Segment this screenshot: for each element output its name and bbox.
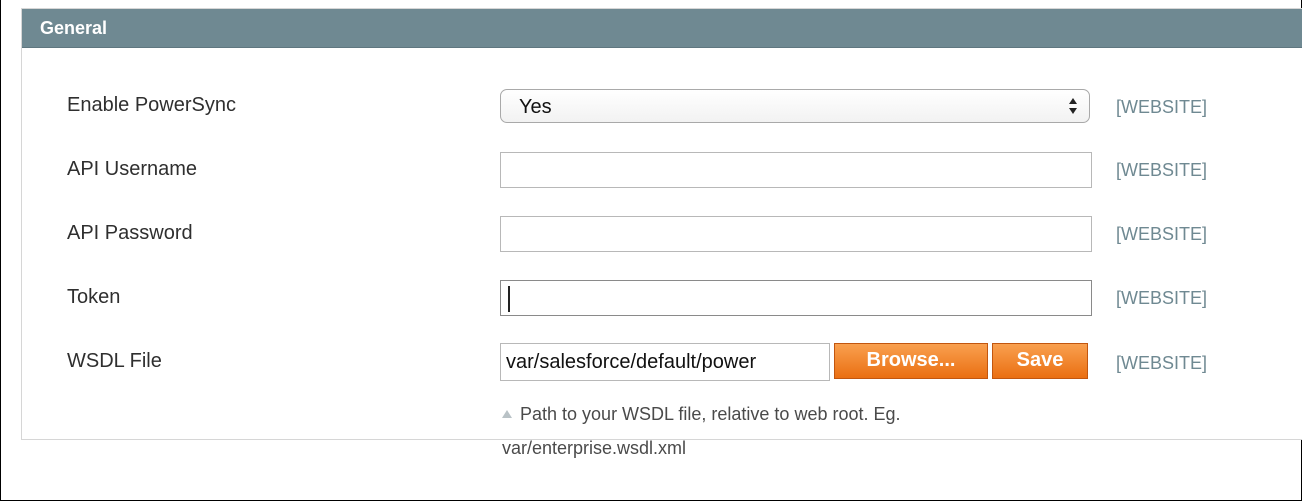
api-password-input[interactable] [500, 216, 1092, 252]
wsdl-file-label: WSDL File [67, 350, 162, 372]
enable-powersync-label: Enable PowerSync [67, 94, 236, 116]
wsdl-note-line1: Path to your WSDL file, relative to web … [520, 404, 901, 424]
window-frame: General Enable PowerSync Yes [WEBSITE] A… [0, 0, 1302, 501]
enable-powersync-value: Yes [519, 96, 552, 118]
triangle-up-icon [502, 410, 512, 418]
section-header[interactable]: General [22, 9, 1302, 48]
api-username-scope: [WEBSITE] [1116, 160, 1208, 180]
api-password-label: API Password [67, 222, 193, 244]
api-password-scope: [WEBSITE] [1116, 224, 1208, 244]
wsdl-file-input[interactable]: var/salesforce/default/power [500, 343, 830, 381]
enable-powersync-scope: [WEBSITE] [1116, 97, 1208, 117]
wsdl-file-note: Path to your WSDL file, relative to web … [502, 397, 1062, 465]
enable-powersync-select[interactable]: Yes [500, 89, 1090, 123]
api-username-input[interactable] [500, 152, 1092, 188]
section-title: General [40, 18, 108, 38]
wsdl-file-scope: [WEBSITE] [1116, 353, 1208, 373]
general-section: General Enable PowerSync Yes [WEBSITE] A… [21, 8, 1302, 458]
token-scope: [WEBSITE] [1116, 288, 1208, 308]
wsdl-note-line2: var/enterprise.wsdl.xml [502, 438, 687, 458]
browse-button[interactable]: Browse... [834, 343, 988, 379]
chevron-up-down-icon [1069, 98, 1077, 114]
token-input[interactable] [500, 280, 1092, 316]
save-button[interactable]: Save [992, 343, 1088, 379]
api-username-label: API Username [67, 158, 198, 180]
text-cursor [508, 286, 510, 312]
token-label: Token [67, 286, 121, 308]
